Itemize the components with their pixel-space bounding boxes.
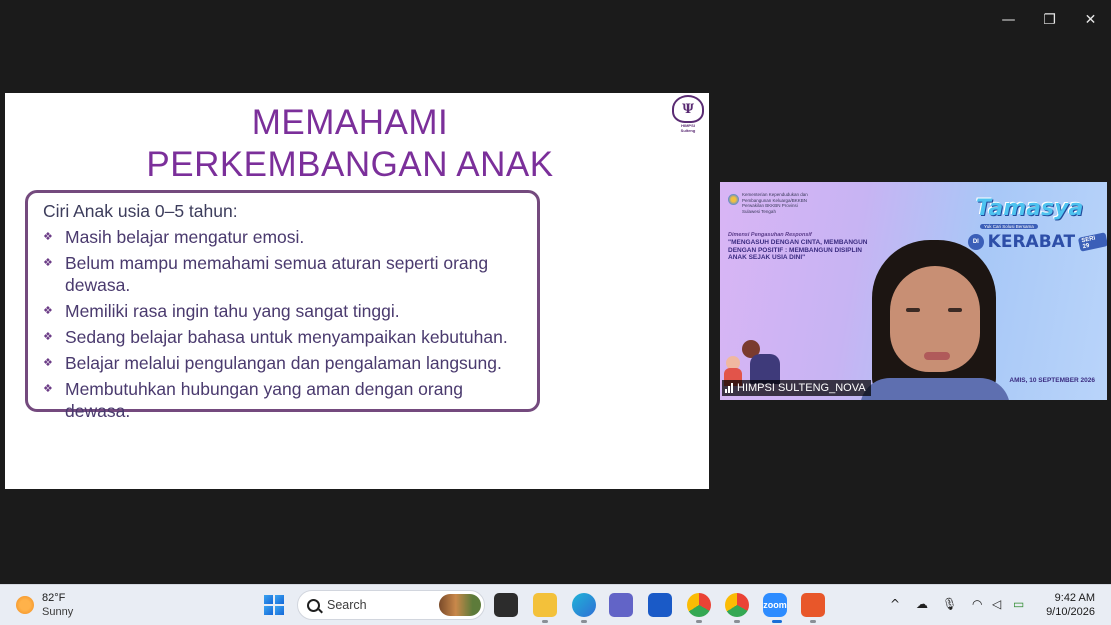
edge-icon[interactable] (572, 593, 596, 617)
diamond-bullet-icon: ❖ (43, 356, 53, 369)
task-view-icon[interactable] (494, 593, 518, 617)
content-heading: Ciri Anak usia 0–5 tahun: (43, 201, 238, 221)
diamond-bullet-icon: ❖ (43, 330, 53, 343)
bullet-text: Membutuhkan hubungan yang aman dengan or… (65, 379, 463, 421)
virtual-background-banner: Kementerian Kependudukan dan Pembangunan… (728, 192, 878, 262)
diamond-bullet-icon: ❖ (43, 256, 53, 269)
close-button[interactable]: ✕ (1070, 8, 1111, 32)
participant-name: HIMPSI SULTENG_NOVA (737, 382, 866, 394)
bullet-text: Belajar melalui pengulangan dan pengalam… (65, 353, 502, 373)
search-icon (307, 598, 320, 612)
banner-org-text: Kementerian Kependudukan dan Pembangunan… (742, 192, 808, 214)
mic-icon[interactable]: 🎙 (942, 597, 957, 611)
search-label: Search (327, 598, 367, 612)
file-explorer-icon[interactable] (533, 593, 557, 617)
bullet-item: ❖ Memiliki rasa ingin tahu yang sangat ti… (43, 300, 525, 322)
slide-title-line2: PERKEMBANGAN ANAK (146, 145, 554, 184)
office-icon[interactable] (801, 593, 825, 617)
battery-icon[interactable]: ▭ (1013, 597, 1024, 611)
participant-name-tag: HIMPSI SULTENG_NOVA (722, 380, 871, 396)
bullet-list: ❖ Masih belajar mengatur emosi. ❖ Belum ma… (43, 226, 525, 422)
weather-condition: Sunny (42, 606, 74, 618)
participant-person (860, 240, 1010, 400)
slide-title-line1: MEMAHAMI (251, 103, 449, 142)
bullet-item: ❖ Sedang belajar bahasa untuk menyampaika… (43, 326, 525, 348)
weather-temp: 82°F (42, 592, 66, 604)
bullet-item: ❖ Membutuhkan hubungan yang aman dengan o… (43, 378, 525, 422)
teams-icon[interactable] (609, 593, 633, 617)
sun-icon (16, 596, 34, 614)
bkkbn-logo-icon (728, 194, 739, 205)
weather-widget[interactable]: 82°F Sunny (16, 591, 73, 619)
zoom-icon[interactable]: zoom (763, 593, 787, 617)
bullet-item: ❖ Belajar melalui pengulangan dan pengala… (43, 352, 525, 374)
chrome-icon[interactable] (687, 593, 711, 617)
content-box: Ciri Anak usia 0–5 tahun: ❖ Masih belajar… (25, 190, 540, 421)
clock-date: 9/10/2026 (1046, 606, 1095, 618)
cloud-off-icon[interactable]: ☁ (916, 597, 928, 611)
signal-strength-icon (725, 383, 733, 393)
volume-icon[interactable]: ◁ (992, 597, 1001, 611)
bullet-text: Sedang belajar bahasa untuk menyampaikan… (65, 327, 508, 347)
minimize-button[interactable]: — (988, 8, 1029, 32)
shared-screen-slide: Ψ HIMPSI Sulteng MEMAHAMI PERKEMBANGAN A… (5, 93, 709, 489)
diamond-bullet-icon: ❖ (43, 382, 53, 395)
bullet-text: Masih belajar mengatur emosi. (65, 227, 305, 247)
diamond-bullet-icon: ❖ (43, 230, 53, 243)
taskbar-search[interactable]: Search (297, 590, 485, 620)
diamond-bullet-icon: ❖ (43, 304, 53, 317)
search-highlight-image (439, 594, 481, 616)
parent-child-illustration (724, 332, 788, 386)
clock-time: 9:42 AM (1054, 592, 1095, 604)
store-icon[interactable] (648, 593, 672, 617)
banner-theme: Dimensi Pengasuhan Responsif (728, 232, 812, 238)
banner-quote: "MENGASUH DENGAN CINTA, MEMBANGUN DENGAN… (728, 239, 868, 261)
window-controls: — ❐ ✕ (988, 8, 1111, 32)
bullet-text: Memiliki rasa ingin tahu yang sangat tin… (65, 301, 400, 321)
event-date-text: AMIS, 10 SEPTEMBER 2026 (1009, 377, 1095, 384)
clock[interactable]: 9:42 AM 9/10/2026 (1046, 591, 1095, 619)
bullet-item: ❖ Masih belajar mengatur emosi. (43, 226, 525, 248)
windows-start-icon[interactable] (264, 595, 284, 615)
restore-button[interactable]: ❐ (1029, 8, 1070, 32)
bullet-text: Belum mampu memahami semua aturan sepert… (65, 253, 489, 295)
tamasya-logo: Tamasya (976, 196, 1084, 221)
taskbar: 82°F Sunny Search zoom ^ ☁ 🎙 ◠ ◁ ▭ 9:42 … (0, 584, 1111, 625)
chrome-icon-2[interactable] (725, 593, 749, 617)
bullet-item: ❖ Belum mampu memahami semua aturan seper… (43, 252, 525, 296)
tamasya-subtitle: Yuk Cari Solusi Bersama (980, 224, 1038, 229)
participant-video-tile[interactable]: Kementerian Kependudukan dan Pembangunan… (720, 182, 1107, 400)
tray-chevron-icon[interactable]: ^ (890, 597, 900, 611)
wifi-icon[interactable]: ◠ (972, 597, 982, 611)
seri-badge: SERI 29 (1077, 232, 1107, 252)
